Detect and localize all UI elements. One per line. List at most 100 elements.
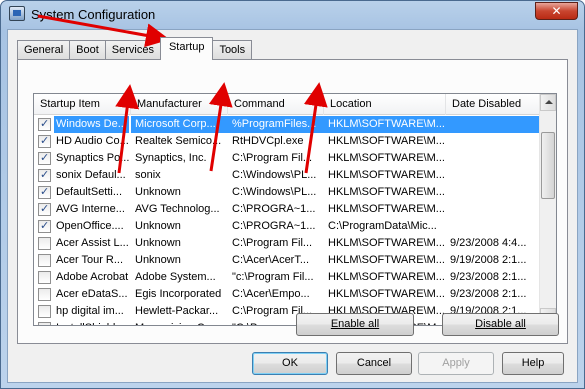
help-button[interactable]: Help (502, 352, 564, 375)
table-row[interactable]: Acer Tour R... Unknown C:\Acer\AcerT... HKL… (34, 252, 545, 269)
command-cell: RtHDVCpl.exe (232, 135, 304, 147)
manufacturer-cell: Hewlett-Packar... (135, 305, 219, 317)
startup-item-cell: DefaultSetti... (34, 184, 131, 201)
command-cell: C:\PROGRA~1... (232, 220, 316, 232)
enable-checkbox[interactable] (38, 169, 51, 182)
enable-checkbox[interactable] (38, 305, 51, 318)
tab-services[interactable]: Services (104, 40, 161, 60)
startup-item-cell: Windows De... (34, 116, 131, 133)
date-cell (446, 116, 545, 133)
manufacturer-cell: Unknown (135, 254, 181, 266)
vertical-scrollbar[interactable] (539, 94, 556, 325)
manufacturer-cell: Unknown (135, 186, 181, 198)
enable-checkbox[interactable] (38, 203, 51, 216)
startup-item-cell: Acer Assist L... (34, 235, 131, 252)
table-row[interactable]: DefaultSetti... Unknown C:\Windows\PL... HK… (34, 184, 545, 201)
table-row[interactable]: OpenOffice.... Unknown C:\PROGRA~1... C:\Pr… (34, 218, 545, 235)
apply-button[interactable]: Apply (418, 352, 494, 375)
command-cell: C:\Program Fil... (232, 152, 313, 164)
enable-checkbox[interactable] (38, 118, 51, 131)
scroll-up-arrow-icon[interactable] (540, 94, 556, 111)
startup-item-cell: sonix Defaul... (34, 167, 131, 184)
system-configuration-window: System Configuration ✕ General Boot Serv… (0, 0, 585, 389)
enable-checkbox[interactable] (38, 135, 51, 148)
title-bar[interactable]: System Configuration ✕ (1, 1, 584, 29)
enable-checkbox[interactable] (38, 220, 51, 233)
location-cell: HKLM\SOFTWARE\M... (328, 152, 445, 164)
scrollbar-thumb[interactable] (541, 132, 555, 199)
close-button[interactable]: ✕ (535, 2, 578, 20)
command-cell: C:\Acer\Empo... (232, 288, 310, 300)
column-header-manufacturer[interactable]: Manufacturer (131, 94, 228, 115)
command-cell: C:\Windows\PL... (232, 186, 317, 198)
manufacturer-cell: Adobe System... (135, 271, 216, 283)
command-cell: C:\PROGRA~1... (232, 203, 316, 215)
table-row[interactable]: Adobe Acrobat Adobe System... "c:\Program … (34, 269, 545, 286)
date-cell: 9/23/2008 4:4... (450, 237, 527, 249)
table-row[interactable]: sonix Defaul... sonix C:\Windows\PL... HKLM… (34, 167, 545, 184)
tab-startup[interactable]: Startup (159, 37, 214, 60)
enable-checkbox[interactable] (38, 271, 51, 284)
manufacturer-cell: Egis Incorporated (135, 288, 222, 300)
dialog-client-area: General Boot Services Startup Tools Star… (7, 29, 578, 383)
list-header: Startup Item Manufacturer Command Locati… (34, 94, 545, 115)
location-cell: C:\ProgramData\Mic... (328, 220, 437, 232)
date-cell (446, 184, 545, 201)
column-header-date-disabled[interactable]: Date Disabled (446, 94, 545, 115)
table-row[interactable]: Windows De...Microsoft Corp...%ProgramFi… (34, 116, 545, 133)
enable-checkbox[interactable] (38, 186, 51, 199)
date-cell (446, 133, 545, 150)
enable-checkbox[interactable] (38, 254, 51, 267)
table-row[interactable]: Acer Assist L... Unknown C:\Program Fil...… (34, 235, 545, 252)
startup-item-cell: HD Audio Co... (34, 133, 131, 150)
tab-general[interactable]: General (17, 40, 71, 60)
disable-all-button[interactable]: Disable all (442, 313, 559, 336)
enable-checkbox[interactable] (38, 288, 51, 301)
table-row[interactable]: HD Audio Co... Realtek Semico... RtHDVCpl.… (34, 133, 545, 150)
location-cell: HKLM\SOFTWARE\M... (328, 288, 445, 300)
enable-checkbox[interactable] (38, 237, 51, 250)
location-cell: HKLM\SOFTWARE\M... (324, 116, 446, 133)
startup-item-cell: Synaptics Po... (34, 150, 131, 167)
command-cell: C:\Windows\PL... (232, 169, 317, 181)
startup-items-list[interactable]: Startup Item Manufacturer Command Locati… (33, 93, 557, 326)
tab-strip: General Boot Services Startup Tools (17, 37, 253, 60)
enable-checkbox[interactable] (38, 322, 51, 325)
table-row[interactable]: AVG Interne... AVG Technolog... C:\PROGRA~… (34, 201, 545, 218)
date-cell: 9/23/2008 2:1... (450, 288, 527, 300)
manufacturer-cell: Unknown (135, 237, 181, 249)
table-row[interactable]: Synaptics Po... Synaptics, Inc. C:\Program… (34, 150, 545, 167)
startup-item-name: AVG Interne... (56, 203, 125, 215)
startup-item-cell: AVG Interne... (34, 201, 131, 218)
manufacturer-cell: Realtek Semico... (135, 135, 222, 147)
manufacturer-cell: Microsoft Corp... (131, 116, 228, 133)
startup-item-name: HD Audio Co... (56, 135, 129, 147)
ok-button[interactable]: OK (252, 352, 328, 375)
manufacturer-cell: Synaptics, Inc. (135, 152, 207, 164)
command-cell: "c:\Program Fil... (232, 271, 314, 283)
startup-item-name: OpenOffice.... (56, 220, 124, 232)
tab-boot[interactable]: Boot (69, 40, 106, 60)
location-cell: HKLM\SOFTWARE\M... (328, 271, 445, 283)
location-cell: HKLM\SOFTWARE\M... (328, 186, 445, 198)
column-header-location[interactable]: Location (324, 94, 446, 115)
column-header-startup-item[interactable]: Startup Item (34, 94, 131, 115)
startup-item-cell: Acer eDataS... (34, 286, 131, 303)
startup-item-cell: Acer Tour R... (34, 252, 131, 269)
startup-item-name: Windows De... (54, 116, 129, 133)
startup-tab-panel: Startup Item Manufacturer Command Locati… (17, 59, 568, 344)
startup-item-cell: Adobe Acrobat (34, 269, 131, 286)
enable-all-label: Enable all (330, 318, 380, 330)
table-row[interactable]: Acer eDataS... Egis Incorporated C:\Acer\E… (34, 286, 545, 303)
startup-item-name: DefaultSetti... (56, 186, 123, 198)
enable-all-button[interactable]: Enable all (296, 313, 414, 336)
column-header-command[interactable]: Command (228, 94, 324, 115)
startup-item-name: Acer eDataS... (56, 288, 128, 300)
location-cell: HKLM\SOFTWARE\M... (328, 203, 445, 215)
startup-item-cell: InstallShield... (34, 320, 131, 325)
tab-tools[interactable]: Tools (212, 40, 253, 60)
enable-checkbox[interactable] (38, 152, 51, 165)
manufacturer-cell: Macrovision Co... (131, 320, 228, 325)
cancel-button[interactable]: Cancel (336, 352, 412, 375)
msconfig-app-icon (9, 6, 25, 21)
